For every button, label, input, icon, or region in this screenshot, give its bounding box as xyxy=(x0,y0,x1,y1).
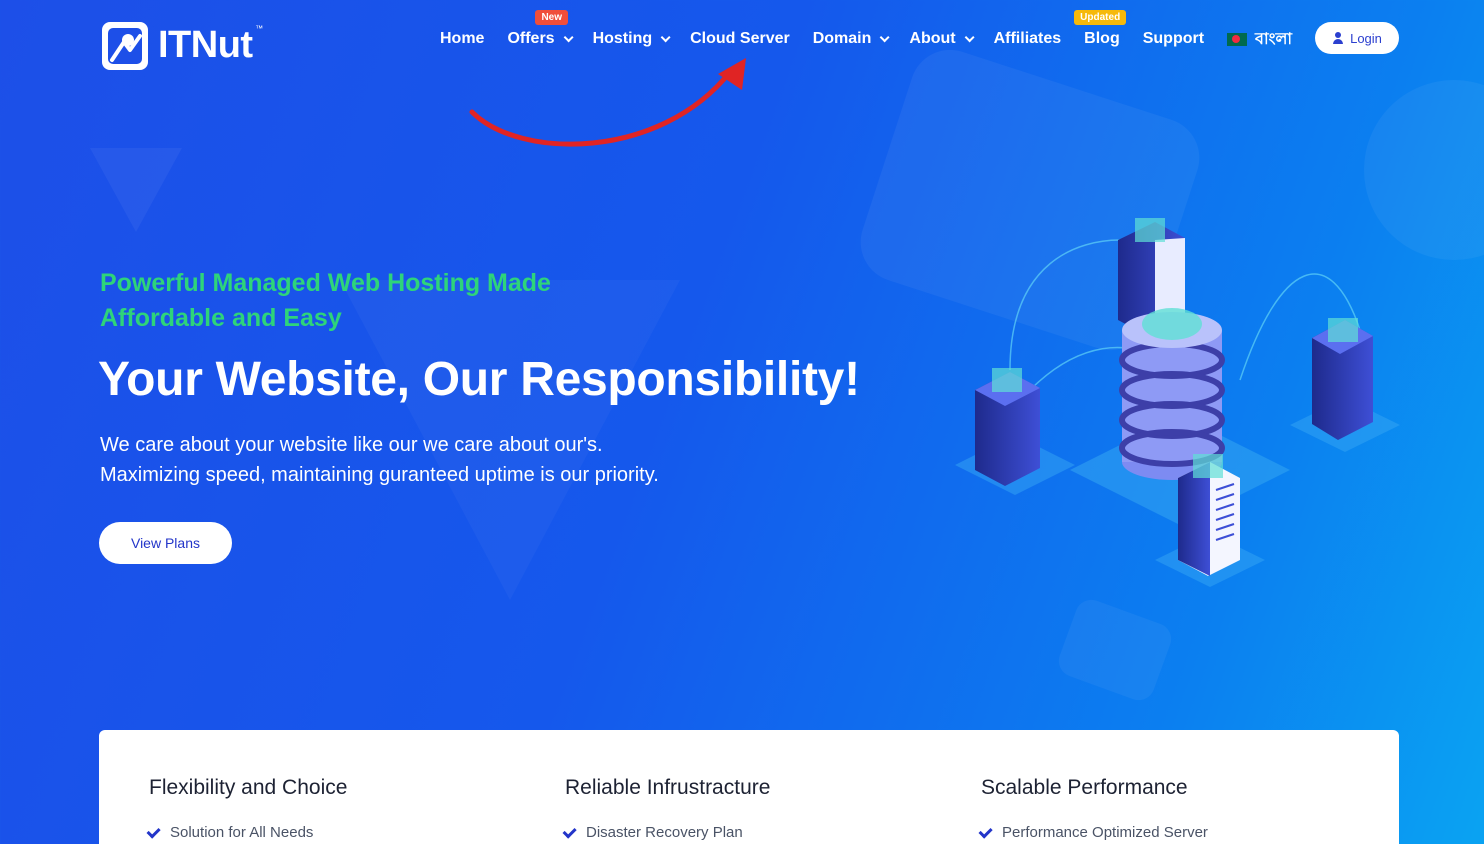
new-badge: New xyxy=(535,10,569,25)
feature-item: Solution for All Needs xyxy=(146,824,347,841)
nav-item-cloud-server[interactable]: Cloud Server xyxy=(690,27,790,51)
feature-column: Scalable Performance Performance Optimiz… xyxy=(978,776,1208,841)
chevron-down-icon xyxy=(563,31,574,42)
feature-title: Scalable Performance xyxy=(981,776,1188,799)
trademark: ™ xyxy=(255,23,263,33)
itnut-logo-icon xyxy=(102,22,148,70)
nav-item-blog[interactable]: Updated Blog xyxy=(1074,10,1127,51)
feature-column: Reliable Infrustracture Disaster Recover… xyxy=(562,776,771,841)
nav-item-hosting[interactable]: Hosting xyxy=(593,27,671,51)
nav-item-home[interactable]: Home xyxy=(440,27,484,51)
login-button[interactable]: Login xyxy=(1315,22,1399,54)
brand-logo[interactable]: ITNut ™ xyxy=(100,16,263,74)
feature-item: Disaster Recovery Plan xyxy=(562,824,770,841)
bangladesh-flag-icon xyxy=(1227,32,1248,46)
main-nav: Home New Offers Hosting Cloud Server Dom… xyxy=(440,10,1314,51)
check-icon xyxy=(978,824,993,839)
feature-column: Flexibility and Choice Solution for All … xyxy=(146,776,348,841)
nav-item-about[interactable]: About xyxy=(909,27,975,51)
chevron-down-icon xyxy=(880,31,890,42)
view-plans-button[interactable]: View Plans xyxy=(99,522,232,564)
hero-title: Your Website, Our Responsibility! xyxy=(98,353,860,406)
feature-title: Reliable Infrustracture xyxy=(565,776,771,799)
language-switcher[interactable]: বাংলা xyxy=(1227,27,1292,51)
chevron-down-icon xyxy=(964,31,975,42)
hero-description: We care about your website like our we c… xyxy=(100,434,659,486)
nav-item-domain[interactable]: Domain xyxy=(813,27,890,51)
nav-item-offers[interactable]: New Offers xyxy=(507,10,574,51)
feature-title: Flexibility and Choice xyxy=(149,776,348,799)
bg-triangle xyxy=(90,148,182,232)
updated-badge: Updated xyxy=(1074,10,1127,25)
nav-item-affiliates[interactable]: Affiliates xyxy=(994,27,1062,51)
check-icon xyxy=(146,824,161,839)
hero-subtitle: Powerful Managed Web Hosting Made Afford… xyxy=(100,269,551,332)
nav-item-support[interactable]: Support xyxy=(1143,27,1204,51)
check-icon xyxy=(562,824,577,839)
feature-item: Performance Optimized Server xyxy=(978,824,1208,841)
user-icon xyxy=(1332,32,1344,44)
brand-name: ITNut ™ xyxy=(158,23,263,66)
chevron-down-icon xyxy=(660,31,671,42)
red-arrow-annotation xyxy=(469,58,746,147)
features-card: Flexibility and Choice Solution for All … xyxy=(99,730,1399,844)
server-illustration xyxy=(955,218,1400,587)
